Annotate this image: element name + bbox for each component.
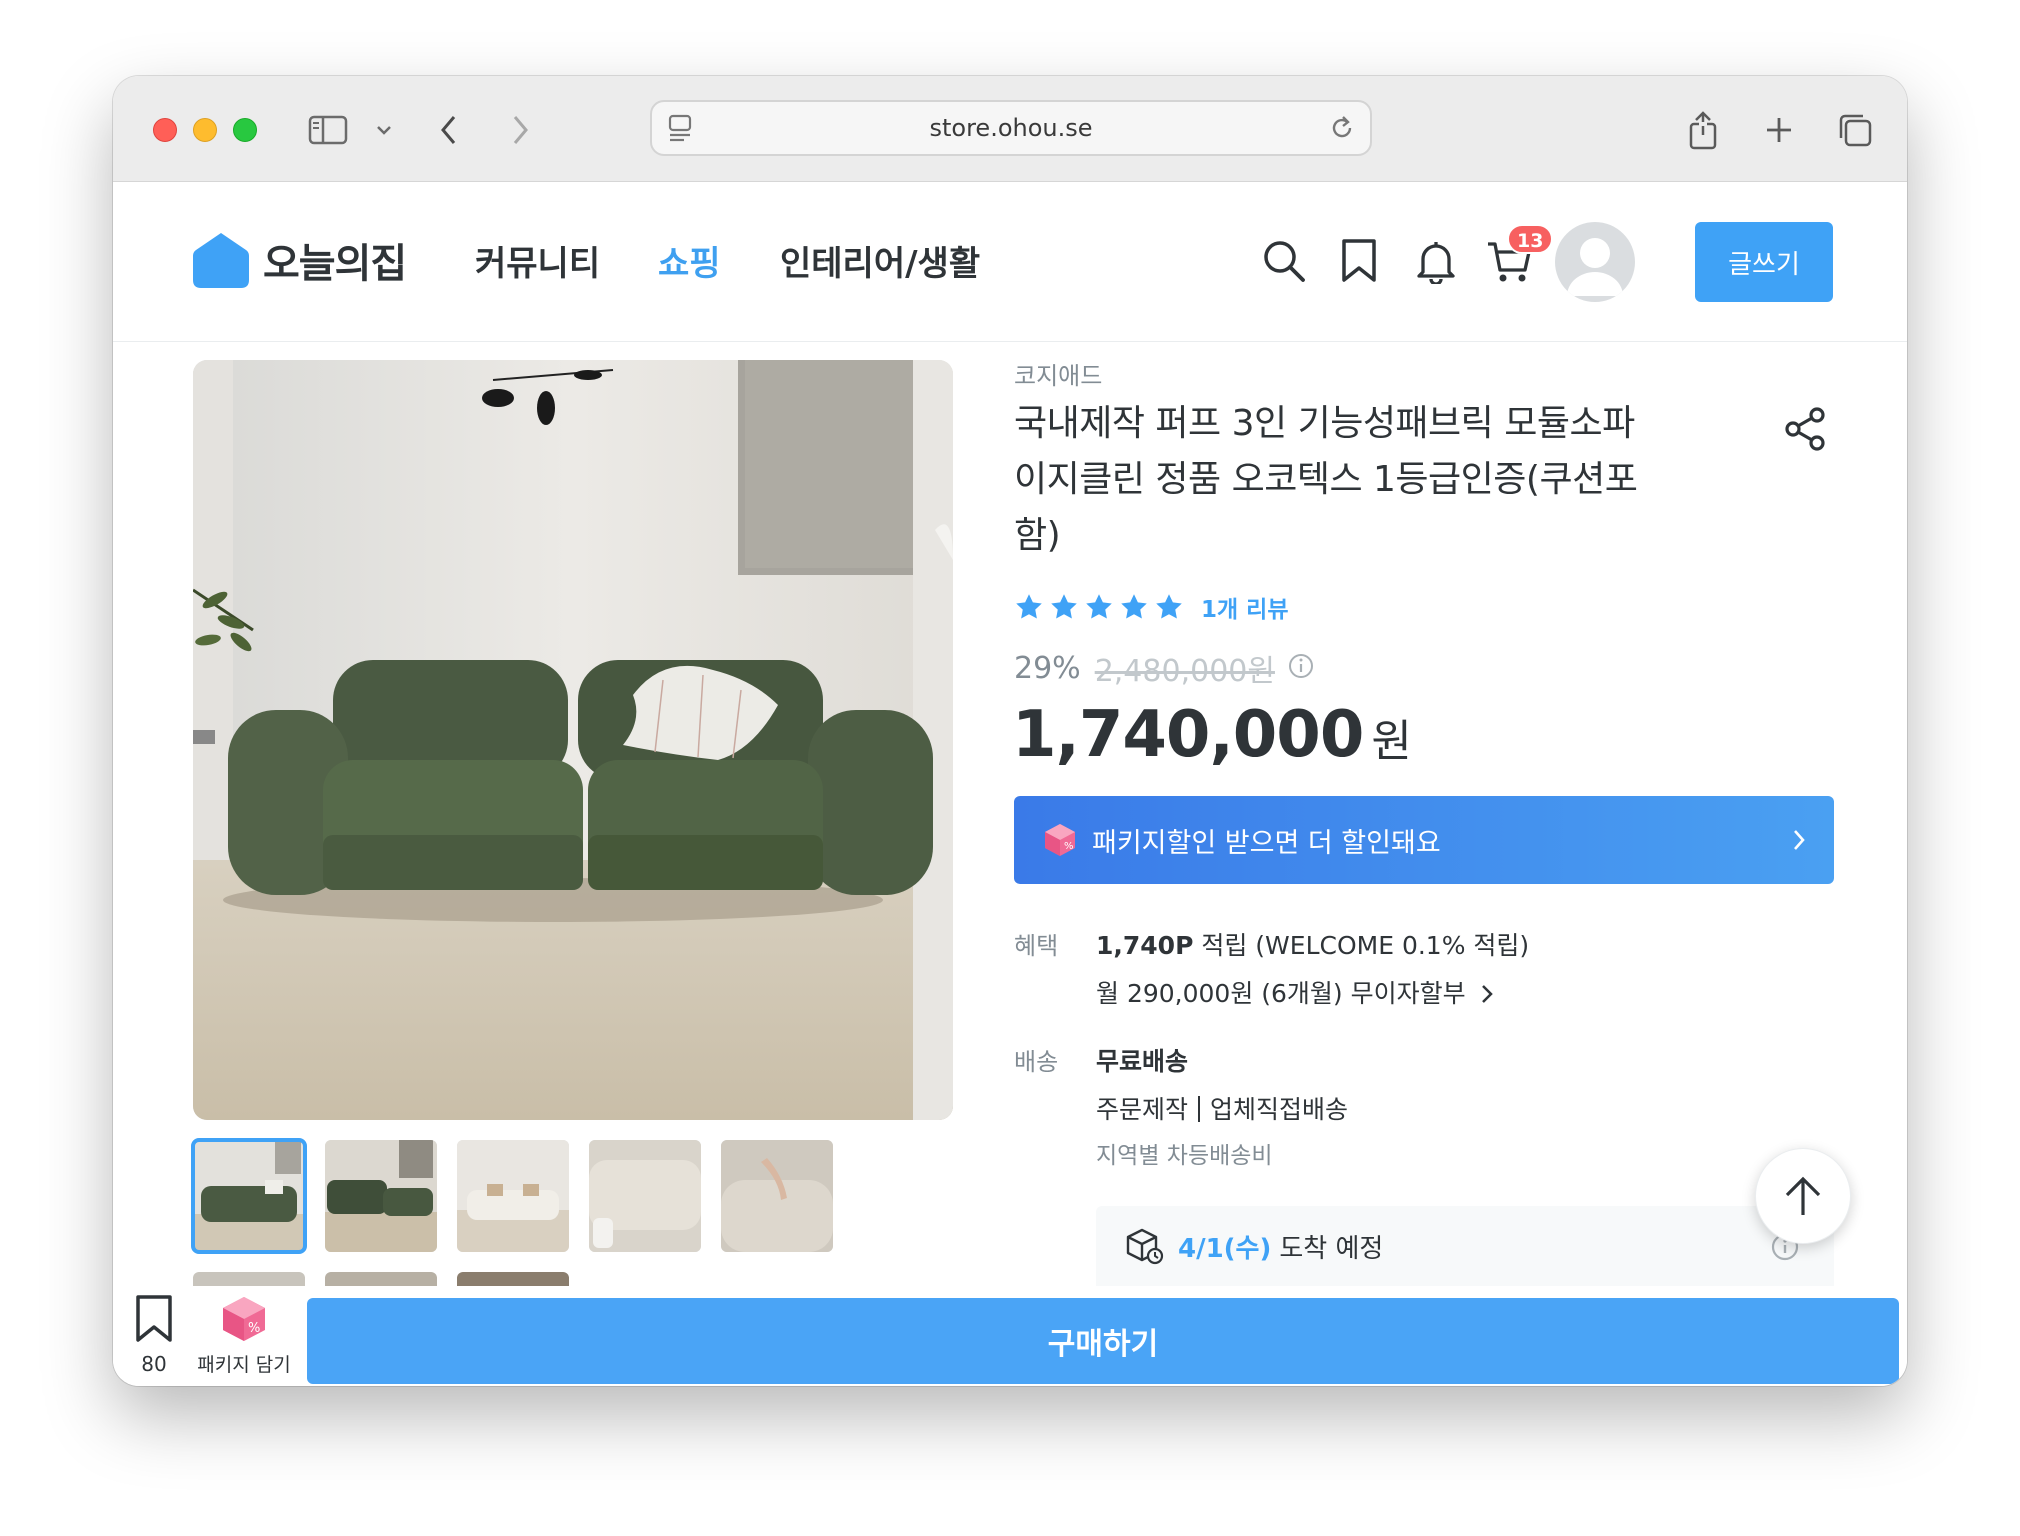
sale-price-unit: 원 — [1371, 716, 1412, 767]
minimize-window-button[interactable] — [193, 118, 217, 142]
arrival-estimate: 4/1(수) 도착 예정 — [1096, 1206, 1834, 1286]
forward-icon[interactable] — [509, 110, 531, 150]
arrival-label: 도착 예정 — [1279, 1233, 1384, 1264]
product-main-image[interactable] — [193, 360, 953, 1120]
bottom-action-bar: 80 % 패키지 담기 구매하기 — [113, 1286, 1907, 1386]
discount-row: 29% 2,480,000원 — [1014, 646, 1315, 690]
chevron-right-icon — [1481, 985, 1493, 1003]
address-bar[interactable]: store.ohou.se — [650, 100, 1372, 156]
info-icon[interactable] — [1287, 652, 1315, 684]
brand-name[interactable]: 코지애드 — [1014, 356, 1102, 391]
benefit-label: 혜택 — [1014, 932, 1059, 960]
bookmark-action[interactable]: 80 — [131, 1294, 177, 1376]
shipping-label: 배송 — [1014, 1048, 1059, 1076]
product-title: 국내제작 퍼프 3인 기능성패브릭 모듈소파 이지클린 정품 오코텍스 1등급인… — [1014, 403, 1638, 556]
shipping-method-a: 주문제작 — [1096, 1095, 1189, 1124]
divider — [1198, 1096, 1201, 1122]
bookmark-count: 80 — [141, 1352, 167, 1376]
new-tab-icon[interactable] — [1764, 110, 1794, 150]
star-icon — [1086, 594, 1112, 619]
package-box-icon: % — [223, 1297, 265, 1341]
logo-text: 오늘의집 — [263, 241, 407, 287]
review-count-link[interactable]: 1개 리뷰 — [1201, 590, 1289, 624]
shipping-method: 주문제작 업체직접배송 — [1096, 1090, 1348, 1126]
benefit-points-value: 1,740P — [1096, 931, 1194, 960]
zoom-window-button[interactable] — [233, 118, 257, 142]
back-icon[interactable] — [438, 110, 460, 150]
delivery-box-icon — [1126, 1228, 1164, 1265]
bookmark-icon — [136, 1295, 172, 1342]
thumbnail-5[interactable] — [721, 1140, 833, 1252]
address-url: store.ohou.se — [929, 114, 1093, 142]
browser-window: store.ohou.se 오늘의집 커뮤니티 쇼핑 인테리어/생활 13 글쓰… — [113, 76, 1907, 1386]
search-icon[interactable] — [1261, 238, 1307, 288]
sofa-photo — [193, 360, 953, 1120]
nav-shopping[interactable]: 쇼핑 — [658, 236, 721, 285]
thumbnail-2[interactable] — [325, 1140, 437, 1252]
reload-icon[interactable] — [1328, 114, 1356, 146]
chevron-down-icon[interactable] — [375, 110, 393, 150]
tab-overview-icon[interactable] — [1837, 110, 1873, 150]
bookmark-icon[interactable] — [1339, 238, 1379, 288]
house-logo-icon — [193, 233, 249, 288]
arrow-up-icon — [1785, 1176, 1821, 1215]
package-banner-text: 패키지할인 받으면 더 할인돼요 — [1092, 827, 1441, 859]
sidebar-icon[interactable] — [308, 110, 348, 150]
shipping-type: 무료배송 — [1096, 1042, 1188, 1078]
write-button[interactable]: 글쓰기 — [1695, 222, 1833, 302]
scroll-to-top-button[interactable] — [1755, 1148, 1851, 1244]
site-logo[interactable]: 오늘의집 — [191, 230, 407, 290]
benefit-points: 1,740P 적립 (WELCOME 0.1% 적립) — [1096, 926, 1529, 962]
site-header: 오늘의집 커뮤니티 쇼핑 인테리어/생활 13 글쓰기 — [113, 182, 1907, 342]
chevron-right-icon — [1792, 828, 1806, 856]
shipping-type-text: 무료배송 — [1096, 1047, 1189, 1076]
share-toolbar-icon[interactable] — [1687, 110, 1719, 150]
shipping-note: 지역별 차등배송비 — [1096, 1143, 1273, 1169]
nav-interior-life[interactable]: 인테리어/생활 — [780, 236, 980, 285]
star-icon — [1156, 594, 1182, 619]
browser-toolbar: store.ohou.se — [113, 76, 1907, 182]
shipping-method-b: 업체직접배송 — [1210, 1095, 1349, 1124]
installment-text: 월 290,000원 (6개월) 무이자할부 — [1096, 979, 1466, 1008]
sale-price-value: 1,740,000 — [1012, 698, 1364, 772]
cart-count-badge: 13 — [1507, 224, 1554, 254]
star-icon — [1051, 594, 1077, 619]
sale-price: 1,740,000 원 — [1012, 698, 1412, 772]
add-to-package-action[interactable]: % 패키지 담기 — [189, 1294, 299, 1377]
thumbnail-strip — [191, 1138, 833, 1254]
thumbnail-3[interactable] — [457, 1140, 569, 1252]
star-icon — [1016, 594, 1042, 619]
package-box-icon: % — [1045, 824, 1075, 856]
bell-icon[interactable] — [1413, 238, 1459, 288]
package-discount-banner[interactable]: % 패키지할인 받으면 더 할인돼요 — [1014, 796, 1834, 884]
avatar[interactable] — [1555, 222, 1635, 302]
nav-community[interactable]: 커뮤니티 — [475, 236, 600, 285]
svg-text:%: % — [248, 1321, 260, 1336]
package-add-label: 패키지 담기 — [197, 1354, 291, 1376]
original-price: 2,480,000원 — [1094, 654, 1275, 689]
installment-link[interactable]: 월 290,000원 (6개월) 무이자할부 — [1096, 974, 1494, 1010]
star-icon — [1121, 594, 1147, 619]
close-window-button[interactable] — [153, 118, 177, 142]
rating[interactable]: 1개 리뷰 — [1014, 590, 1289, 624]
discount-percent: 29% — [1014, 650, 1081, 686]
thumbnail-4[interactable] — [589, 1140, 701, 1252]
share-icon[interactable] — [1783, 406, 1829, 456]
benefit-points-text: 적립 (WELCOME 0.1% 적립) — [1201, 931, 1530, 960]
svg-text:%: % — [1064, 841, 1074, 852]
thumbnail-1[interactable] — [191, 1138, 307, 1254]
buy-button[interactable]: 구매하기 — [307, 1298, 1899, 1384]
arrival-date: 4/1(수) — [1178, 1233, 1272, 1264]
